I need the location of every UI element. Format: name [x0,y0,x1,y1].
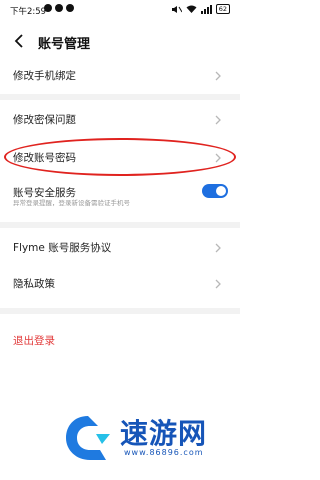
app-notification-icon [66,4,74,12]
section-divider [0,222,240,228]
row-privacy-policy[interactable]: 隐私政策 [0,268,240,302]
highlight-ellipse [4,138,236,176]
chevron-right-icon [215,71,221,81]
wifi-icon [186,5,197,13]
chevron-right-icon [215,279,221,289]
status-bar: 下午2:59 62 [0,0,240,22]
watermark-url: www.86896.com [124,448,204,457]
toggle-knob [216,186,226,196]
watermark: 速游网 www.86896.com [60,410,230,470]
watermark-logo-icon [66,416,110,460]
status-time: 下午2:59 [10,7,47,17]
row-flyme-service-agreement[interactable]: Flyme 账号服务协议 [0,232,240,266]
row-account-security-service: 账号安全服务 异常登录提醒，登录新设备需验证手机号 [0,177,240,217]
row-label: Flyme 账号服务协议 [13,242,112,254]
row-label: 修改密保问题 [13,114,76,126]
row-description: 异常登录提醒，登录新设备需验证手机号 [13,199,130,207]
battery-indicator: 62 [215,4,230,14]
app-notification-icon [55,4,63,12]
signal-icon [200,4,212,14]
back-arrow-icon[interactable] [12,32,26,50]
chevron-right-icon [215,115,221,125]
app-notification-icon [44,4,52,12]
security-service-toggle[interactable] [202,184,228,198]
mute-icon [171,5,182,13]
row-change-phone-binding[interactable]: 修改手机绑定 [0,60,240,94]
section-divider [0,94,240,100]
section-divider [0,308,240,314]
chevron-right-icon [215,243,221,253]
status-app-icons [44,4,74,12]
page-title: 账号管理 [38,37,91,52]
status-right: 62 [171,4,230,14]
row-change-security-questions[interactable]: 修改密保问题 [0,104,240,138]
watermark-name: 速游网 [120,417,208,450]
row-label: 隐私政策 [13,278,55,290]
row-label: 修改手机绑定 [13,70,76,82]
logout-button[interactable]: 退出登录 [13,333,55,348]
header: 账号管理 [0,26,240,56]
